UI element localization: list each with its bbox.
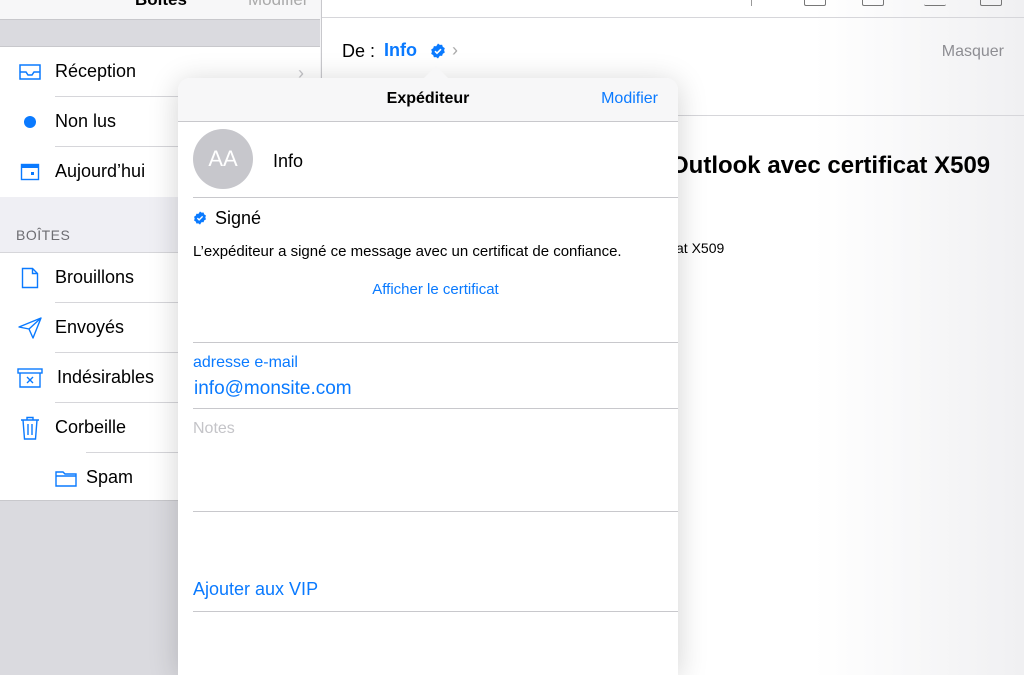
- avatar-initials: AA: [208, 146, 238, 171]
- sidebar-item-label: Non lus: [55, 111, 117, 131]
- trash-icon: [16, 415, 44, 441]
- inbox-icon: [16, 59, 44, 85]
- add-to-vip-button[interactable]: Ajouter aux VIP: [193, 579, 318, 600]
- avatar: AA: [193, 129, 253, 189]
- message-toolbar: [322, 0, 1024, 18]
- verified-badge-icon: [430, 43, 446, 64]
- sender-name-link[interactable]: Info: [384, 40, 417, 61]
- junk-box-icon: [16, 365, 44, 391]
- sidebar-item-label: Envoyés: [55, 317, 125, 337]
- unread-dot-icon: [16, 109, 44, 135]
- sidebar-nav-bar: Boîtes Modifier: [0, 0, 320, 20]
- signed-status: Signé: [215, 208, 262, 228]
- notes-field[interactable]: [193, 420, 653, 500]
- verified-badge-icon: [193, 211, 207, 230]
- message-body-text: at X509: [676, 240, 725, 256]
- sidebar-item-label: Brouillons: [55, 267, 135, 287]
- separator: [193, 408, 678, 409]
- message-subject: Outlook avec certificat X509: [670, 152, 991, 179]
- toolbar-divider: [751, 0, 752, 6]
- document-icon: [16, 265, 44, 291]
- flag-icon[interactable]: [804, 0, 826, 6]
- reply-icon[interactable]: [924, 0, 946, 6]
- sidebar-item-label: Corbeille: [55, 417, 127, 437]
- chevron-right-icon: ›: [452, 40, 458, 60]
- calendar-icon: [16, 159, 44, 185]
- separator: [193, 611, 678, 612]
- sidebar-item-label: Aujourd’hui: [55, 161, 146, 181]
- sidebar-edit-button[interactable]: Modifier: [248, 0, 308, 10]
- hide-details-button[interactable]: Masquer: [942, 43, 1004, 61]
- sender-popover: Expéditeur Modifier AA Info Signé L’expé…: [178, 78, 678, 675]
- email-label: adresse e-mail: [193, 354, 298, 371]
- separator: [193, 342, 678, 343]
- section-title: BOÎTES: [16, 227, 71, 243]
- contact-name: Info: [273, 151, 304, 171]
- popover-arrow: [423, 66, 449, 79]
- email-link[interactable]: info@monsite.com: [194, 378, 352, 400]
- separator: [193, 197, 678, 198]
- compose-icon[interactable]: [980, 0, 1002, 6]
- sidebar-title: Boîtes: [135, 0, 187, 10]
- from-label: De :: [342, 41, 376, 61]
- separator: [193, 511, 678, 512]
- edit-contact-button[interactable]: Modifier: [601, 90, 658, 108]
- sidebar-item-label: Indésirables: [57, 367, 155, 387]
- sidebar-item-label: Réception: [55, 61, 137, 81]
- folder-icon: [52, 465, 80, 491]
- signed-description: L’expéditeur a signé ce message avec un …: [193, 243, 622, 260]
- paper-plane-icon: [16, 315, 44, 341]
- trash-icon[interactable]: [862, 0, 884, 6]
- show-certificate-button[interactable]: Afficher le certificat: [178, 281, 678, 298]
- sidebar-item-label: Spam: [86, 467, 134, 487]
- popover-header: Expéditeur Modifier: [178, 78, 678, 122]
